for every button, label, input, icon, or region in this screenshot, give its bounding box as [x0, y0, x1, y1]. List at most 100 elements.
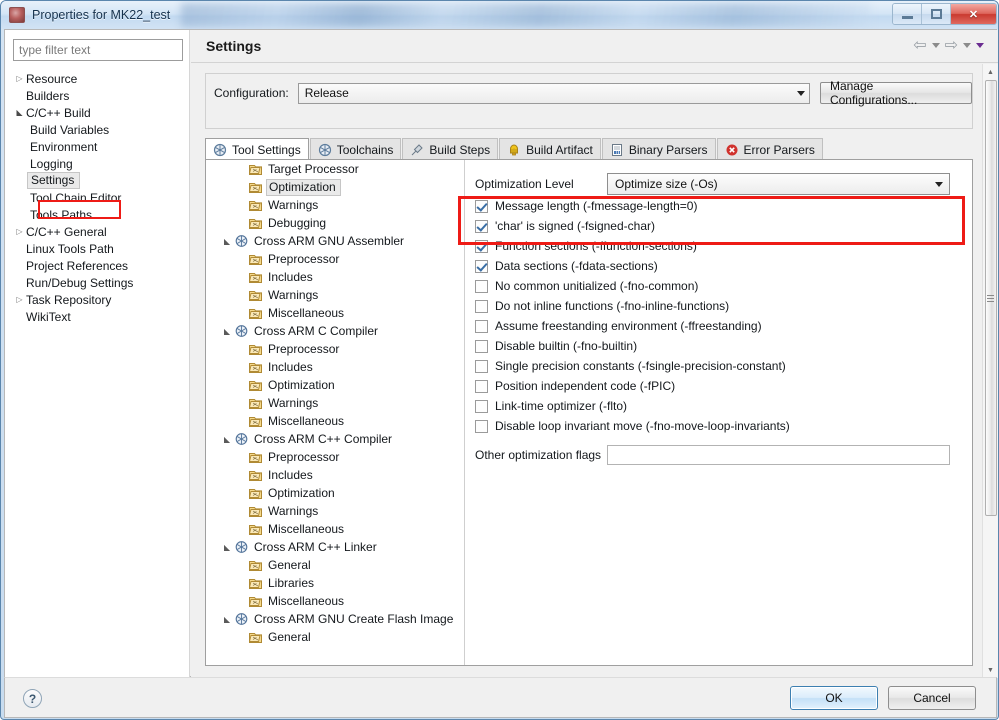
sidebar-item-task-repository[interactable]: ▷ Task Repository: [9, 291, 189, 308]
configuration-select[interactable]: Release: [297, 82, 810, 104]
content-vertical-scrollbar[interactable]: ▲ ▼: [982, 64, 998, 678]
tool-tree-item-general[interactable]: General: [206, 628, 464, 646]
tool-tree-item-warnings[interactable]: Warnings: [206, 196, 464, 214]
help-icon[interactable]: ?: [23, 689, 42, 708]
tool-tree-item-includes[interactable]: Includes: [206, 268, 464, 286]
sidebar-item-project-references[interactable]: Project References: [9, 257, 189, 274]
sidebar-item-wikitext[interactable]: WikiText: [9, 308, 189, 325]
tool-tree-item-target-processor[interactable]: Target Processor: [206, 160, 464, 178]
tree-expanded-arrow-icon[interactable]: ◢: [220, 615, 234, 624]
tree-collapsed-arrow-icon[interactable]: ▷: [13, 291, 26, 308]
tool-tree-item-optimization[interactable]: Optimization: [206, 178, 464, 196]
checkbox-row[interactable]: Do not inline functions (-fno-inline-fun…: [466, 296, 956, 316]
tree-expanded-arrow-icon[interactable]: ◢: [220, 237, 234, 246]
sidebar-item-tool-chain-editor[interactable]: Tool Chain Editor: [9, 189, 189, 206]
tool-tree-item-cross-arm-c-compiler[interactable]: ◢ Cross ARM C Compiler: [206, 322, 464, 340]
tool-tree-item-optimization[interactable]: Optimization: [206, 376, 464, 394]
back-history-chevron-down-icon[interactable]: [931, 43, 940, 48]
tool-tree-item-cross-arm-gnu-assembler[interactable]: ◢ Cross ARM GNU Assembler: [206, 232, 464, 250]
sidebar-item-environment[interactable]: Environment: [9, 138, 189, 155]
tree-expanded-arrow-icon[interactable]: ◢: [220, 435, 234, 444]
checkbox-unchecked-icon[interactable]: [475, 319, 488, 333]
tool-tree-item-preprocessor[interactable]: Preprocessor: [206, 340, 464, 358]
checkbox-row[interactable]: Message length (-fmessage-length=0): [466, 196, 956, 216]
checkbox-unchecked-icon[interactable]: [475, 339, 488, 353]
sidebar-item-logging[interactable]: Logging: [9, 155, 189, 172]
tool-tree-item-cross-arm-c-compiler[interactable]: ◢ Cross ARM C++ Compiler: [206, 430, 464, 448]
tool-tree-item-miscellaneous[interactable]: Miscellaneous: [206, 412, 464, 430]
tree-collapsed-arrow-icon[interactable]: ▷: [13, 223, 26, 240]
tree-expanded-arrow-icon[interactable]: ◢: [220, 543, 234, 552]
checkbox-checked-icon[interactable]: [475, 199, 488, 213]
minimize-button[interactable]: [893, 4, 922, 24]
tool-tree-item-preprocessor[interactable]: Preprocessor: [206, 250, 464, 268]
checkbox-row[interactable]: Data sections (-fdata-sections): [466, 256, 956, 276]
tool-option-tree[interactable]: Target Processor Optimization Warnings Debu…: [206, 160, 465, 665]
sidebar-item-tools-paths[interactable]: Tools Paths: [9, 206, 189, 223]
checkbox-unchecked-icon[interactable]: [475, 279, 488, 293]
filter-input[interactable]: type filter text: [13, 39, 183, 61]
sidebar-item-linux-tools-path[interactable]: Linux Tools Path: [9, 240, 189, 257]
scrollbar-thumb[interactable]: [984, 80, 997, 516]
tab-error-parsers[interactable]: Error Parsers: [716, 138, 823, 160]
tab-toolchains[interactable]: Toolchains: [309, 138, 402, 160]
checkbox-row[interactable]: Function sections (-ffunction-sections): [466, 236, 956, 256]
tab-binary-parsers[interactable]: Binary Parsers: [601, 138, 716, 160]
tool-tree-item-includes[interactable]: Includes: [206, 466, 464, 484]
tool-tree-item-warnings[interactable]: Warnings: [206, 502, 464, 520]
checkbox-row[interactable]: Single precision constants (-fsingle-pre…: [466, 356, 956, 376]
close-button[interactable]: ✕: [951, 4, 996, 24]
tool-tree-item-miscellaneous[interactable]: Miscellaneous: [206, 304, 464, 322]
checkbox-unchecked-icon[interactable]: [475, 419, 488, 433]
other-optimization-flags-input[interactable]: [607, 445, 950, 465]
tool-tree-item-general[interactable]: General: [206, 556, 464, 574]
sidebar-item-c-c-build[interactable]: ◢ C/C++ Build: [9, 104, 189, 121]
back-arrow-icon[interactable]: ⇦: [913, 38, 926, 54]
sidebar-item-build-variables[interactable]: Build Variables: [9, 121, 189, 138]
checkbox-unchecked-icon[interactable]: [475, 299, 488, 313]
tool-tree-item-miscellaneous[interactable]: Miscellaneous: [206, 520, 464, 538]
checkbox-unchecked-icon[interactable]: [475, 399, 488, 413]
forward-arrow-icon[interactable]: ⇨: [945, 38, 958, 54]
tab-tool-settings[interactable]: Tool Settings: [205, 138, 309, 160]
checkbox-row[interactable]: Assume freestanding environment (-ffrees…: [466, 316, 956, 336]
tree-expanded-arrow-icon[interactable]: ◢: [220, 327, 234, 336]
view-menu-chevron-down-icon[interactable]: [976, 43, 984, 48]
checkbox-unchecked-icon[interactable]: [475, 379, 488, 393]
cancel-button[interactable]: Cancel: [888, 686, 976, 710]
tool-tree-item-warnings[interactable]: Warnings: [206, 286, 464, 304]
checkbox-unchecked-icon[interactable]: [475, 359, 488, 373]
checkbox-row[interactable]: Position independent code (-fPIC): [466, 376, 956, 396]
checkbox-row[interactable]: Disable loop invariant move (-fno-move-l…: [466, 416, 956, 436]
checkbox-checked-icon[interactable]: [475, 259, 488, 273]
checkbox-row[interactable]: No common unitialized (-fno-common): [466, 276, 956, 296]
sidebar-item-builders[interactable]: Builders: [9, 87, 189, 104]
checkbox-row[interactable]: Link-time optimizer (-flto): [466, 396, 956, 416]
sidebar-item-resource[interactable]: ▷ Resource: [9, 70, 189, 87]
ok-button[interactable]: OK: [790, 686, 878, 710]
tree-expanded-arrow-icon[interactable]: ◢: [13, 104, 26, 121]
tool-tree-item-cross-arm-c-linker[interactable]: ◢ Cross ARM C++ Linker: [206, 538, 464, 556]
checkbox-row[interactable]: Disable builtin (-fno-builtin): [466, 336, 956, 356]
manage-configurations-button[interactable]: Manage Configurations...: [819, 79, 972, 107]
tool-tree-item-includes[interactable]: Includes: [206, 358, 464, 376]
tool-tree-item-cross-arm-gnu-create-flash-image[interactable]: ◢ Cross ARM GNU Create Flash Image: [206, 610, 464, 628]
checkbox-row[interactable]: 'char' is signed (-fsigned-char): [466, 216, 956, 236]
tool-tree-item-libraries[interactable]: Libraries: [206, 574, 464, 592]
tree-collapsed-arrow-icon[interactable]: ▷: [13, 70, 26, 87]
sidebar-item-settings[interactable]: Settings: [9, 172, 189, 189]
sidebar-item-run-debug-settings[interactable]: Run/Debug Settings: [9, 274, 189, 291]
sidebar-item-c-c-general[interactable]: ▷ C/C++ General: [9, 223, 189, 240]
tool-tree-item-debugging[interactable]: Debugging: [206, 214, 464, 232]
tool-tree-item-optimization[interactable]: Optimization: [206, 484, 464, 502]
tool-tree-item-miscellaneous[interactable]: Miscellaneous: [206, 592, 464, 610]
checkbox-checked-icon[interactable]: [475, 239, 488, 253]
forward-history-chevron-down-icon[interactable]: [963, 43, 971, 48]
tool-tree-item-warnings[interactable]: Warnings: [206, 394, 464, 412]
tab-build-artifact[interactable]: Build Artifact: [499, 138, 601, 160]
optimization-level-select[interactable]: Optimize size (-Os): [607, 173, 950, 195]
tool-tree-item-preprocessor[interactable]: Preprocessor: [206, 448, 464, 466]
tab-build-steps[interactable]: Build Steps: [402, 138, 499, 160]
scroll-up-arrow-icon[interactable]: ▲: [983, 64, 999, 80]
maximize-button[interactable]: [922, 4, 951, 24]
